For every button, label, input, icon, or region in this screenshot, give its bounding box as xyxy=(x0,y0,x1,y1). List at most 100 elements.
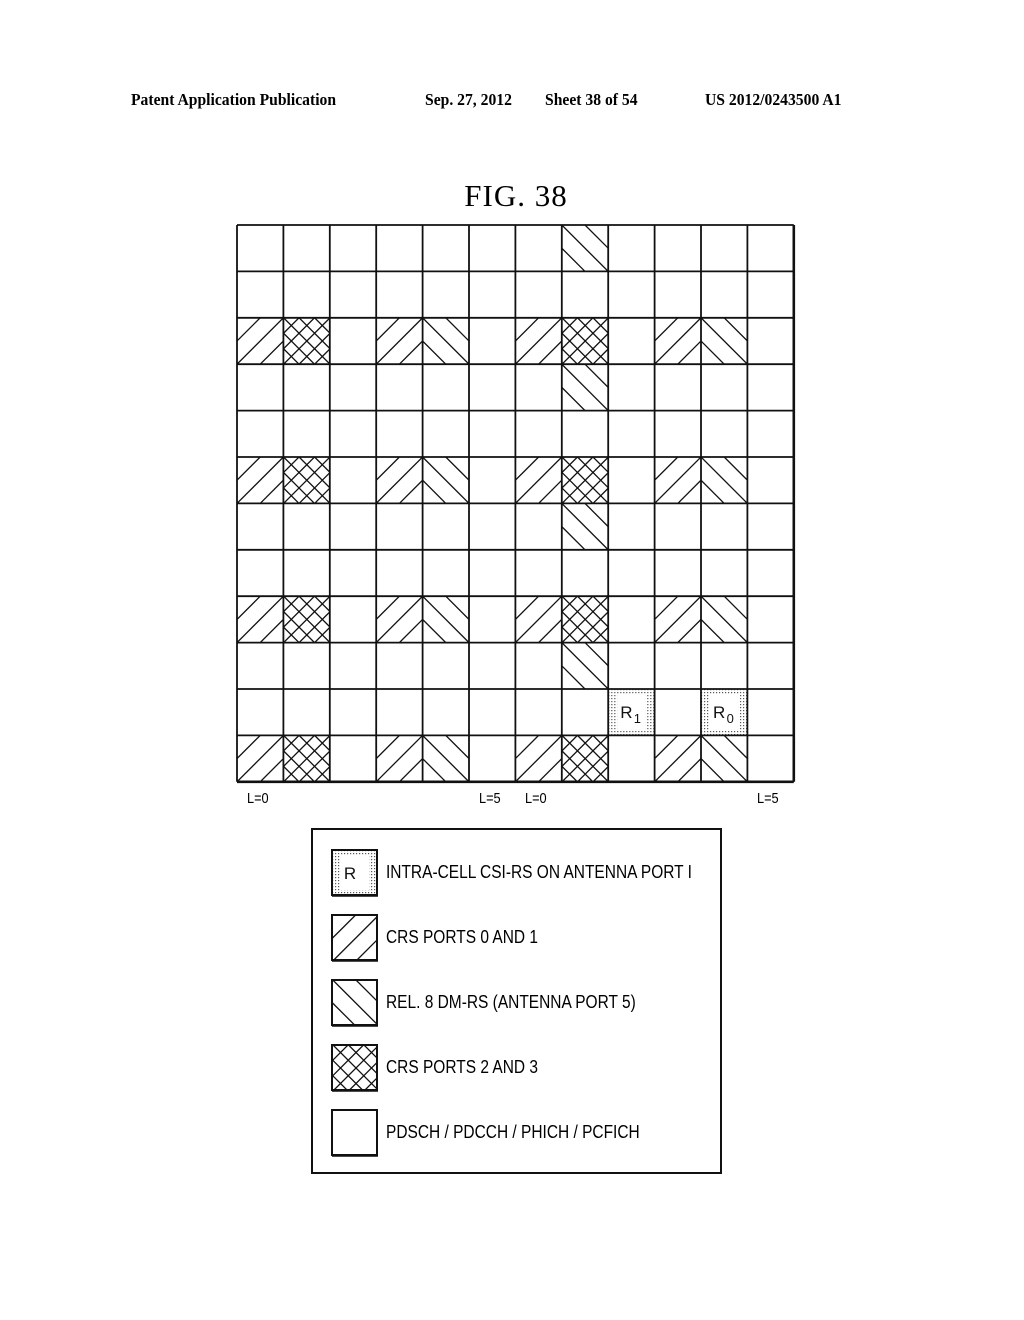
grid-cell-empty xyxy=(329,410,377,457)
grid-cell-empty xyxy=(469,689,516,736)
grid-cell-empty xyxy=(469,735,516,782)
legend-swatch-fwd xyxy=(331,914,378,962)
grid-cell-empty xyxy=(701,410,748,457)
header-sheet: Sheet 38 of 54 xyxy=(545,90,638,109)
grid-cell-empty xyxy=(329,549,377,597)
symbol-label: L=5 xyxy=(757,790,780,807)
grid-cell-empty xyxy=(515,225,562,272)
grid-cell-empty xyxy=(654,410,701,457)
grid-cell-empty xyxy=(515,271,562,318)
grid-cell-empty xyxy=(747,642,794,689)
grid-cell-empty xyxy=(237,549,284,597)
grid-cell-empty xyxy=(237,503,284,550)
grid-cell-empty xyxy=(422,689,469,736)
grid-cell-empty xyxy=(283,271,330,318)
grid-cell-empty xyxy=(515,642,562,689)
figure-title: FIG. 38 xyxy=(464,178,568,213)
grid-cell-empty xyxy=(561,689,609,736)
header-publication: Patent Application Publication xyxy=(131,90,337,109)
grid-cell-empty xyxy=(376,364,423,411)
grid-cell-empty xyxy=(469,271,516,318)
grid-cell-empty xyxy=(747,271,794,318)
grid-cell-empty xyxy=(283,410,330,457)
grid-cell-empty xyxy=(747,457,794,504)
legend-swatch-empty xyxy=(331,1109,378,1157)
grid-cell-empty xyxy=(747,689,794,736)
grid-cell-empty xyxy=(561,271,609,318)
grid-cell-empty xyxy=(376,410,423,457)
grid-cell-empty xyxy=(329,689,377,736)
legend-label: PDSCH / PDCCH / PHICH / PCFICH xyxy=(386,1122,640,1142)
grid-cell-empty xyxy=(329,271,377,318)
csirs-port-subscript: 0 xyxy=(727,711,734,726)
grid-cell-empty xyxy=(469,364,516,411)
grid-cell-empty xyxy=(469,549,516,597)
grid-cell-empty xyxy=(747,735,794,782)
grid-cell-empty xyxy=(608,596,655,643)
grid-cell-empty xyxy=(701,642,748,689)
grid-cell-empty xyxy=(608,457,655,504)
grid-cell-csirs: R1 xyxy=(608,689,655,736)
grid-cell-empty xyxy=(283,689,330,736)
grid-cell-empty xyxy=(747,225,794,272)
grid-cell-empty xyxy=(747,317,794,365)
grid-cell-empty xyxy=(422,642,469,689)
grid-cell-empty xyxy=(654,364,701,411)
grid-cell-empty xyxy=(654,642,701,689)
grid-cell-empty xyxy=(329,364,377,411)
grid-cell-empty xyxy=(329,457,377,504)
grid-cell-empty xyxy=(329,225,377,272)
grid-cell-empty xyxy=(329,317,377,365)
grid-cell-empty xyxy=(515,549,562,597)
grid-cell-empty xyxy=(515,364,562,411)
grid-cell-empty xyxy=(608,271,655,318)
legend-item-back: REL. 8 DM-RS (ANTENNA PORT 5) xyxy=(331,979,711,1027)
grid-cell-empty xyxy=(283,642,330,689)
grid-cell-empty xyxy=(422,271,469,318)
header-date: Sep. 27, 2012 xyxy=(425,90,512,109)
legend: R INTRA-CELL CSI-RS ON ANTENNA PORT I CRS … xyxy=(311,828,722,1174)
grid-cell-empty xyxy=(608,317,655,365)
grid-cell-empty xyxy=(283,364,330,411)
grid-cell-empty xyxy=(237,271,284,318)
grid-cell-empty xyxy=(237,642,284,689)
grid-cell-empty xyxy=(422,364,469,411)
legend-label: CRS PORTS 0 AND 1 xyxy=(386,927,538,947)
grid-cell-empty xyxy=(654,225,701,272)
grid-cell-empty xyxy=(608,735,655,782)
grid-cell-empty xyxy=(654,549,701,597)
grid-cell-empty xyxy=(469,317,516,365)
legend-swatch-csirs: R xyxy=(331,849,378,897)
grid-cell-empty xyxy=(608,225,655,272)
grid-cell-empty xyxy=(561,549,609,597)
grid-cell-empty xyxy=(561,410,609,457)
grid-cell-empty xyxy=(608,642,655,689)
grid-cell-empty xyxy=(329,735,377,782)
csirs-label-R1: R xyxy=(620,703,632,722)
grid-cell-empty xyxy=(376,271,423,318)
grid-cell-empty xyxy=(376,225,423,272)
grid-cell-empty xyxy=(469,503,516,550)
legend-item-cross: CRS PORTS 2 AND 3 xyxy=(331,1044,711,1092)
grid-cell-empty xyxy=(701,271,748,318)
grid-cell-empty xyxy=(422,225,469,272)
grid-cell-empty xyxy=(376,689,423,736)
grid-cell-empty xyxy=(283,503,330,550)
grid-cell-empty xyxy=(515,689,562,736)
grid-cell-empty xyxy=(747,410,794,457)
grid-cell-empty xyxy=(701,364,748,411)
grid-cell-empty xyxy=(283,225,330,272)
grid-cell-empty xyxy=(654,271,701,318)
grid-cell-empty xyxy=(422,549,469,597)
grid-cell-empty xyxy=(654,689,701,736)
grid-cell-empty xyxy=(469,225,516,272)
grid-cell-empty xyxy=(747,503,794,550)
csirs-label-R0: R xyxy=(713,703,725,722)
legend-swatch-cross xyxy=(331,1044,378,1092)
legend-item-csirs: R INTRA-CELL CSI-RS ON ANTENNA PORT I xyxy=(331,849,711,897)
grid-cell-empty xyxy=(469,642,516,689)
symbol-label: L=0 xyxy=(525,790,548,807)
grid-cell-empty xyxy=(747,596,794,643)
grid-cell-empty xyxy=(515,410,562,457)
grid-cell-empty xyxy=(237,689,284,736)
